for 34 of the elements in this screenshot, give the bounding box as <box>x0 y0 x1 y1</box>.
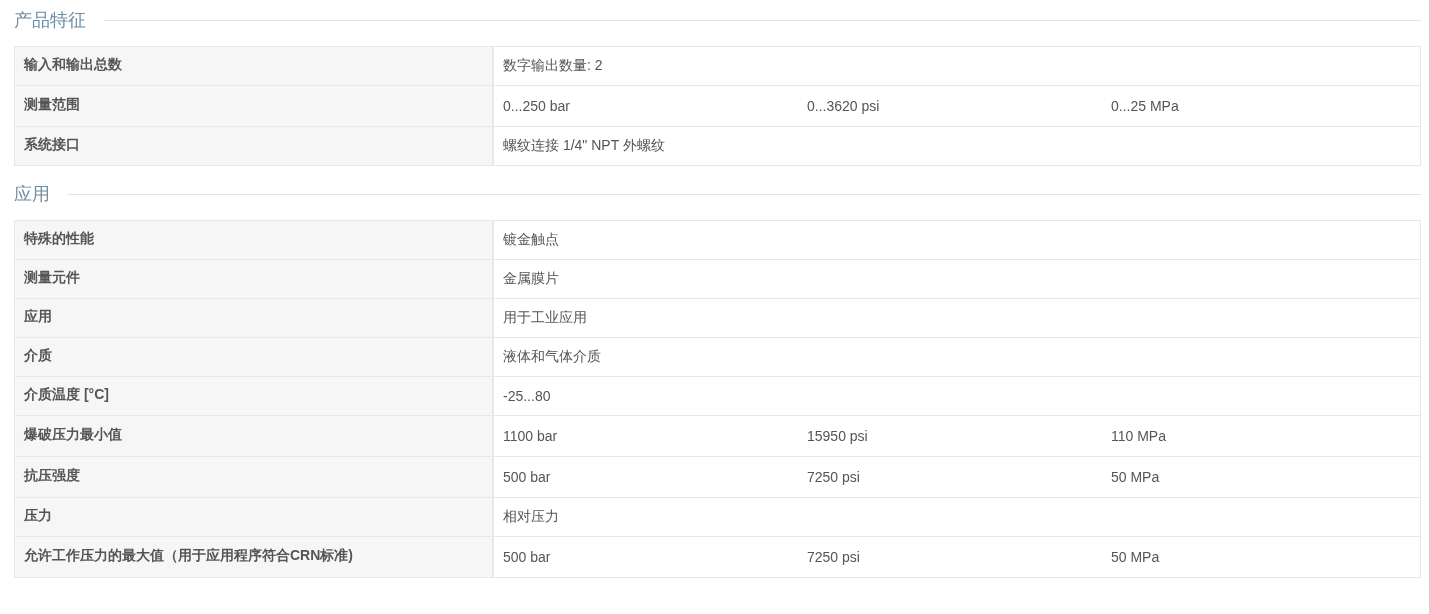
spec-value: 7250 psi <box>807 549 861 565</box>
spec-value: 液体和气体介质 <box>503 348 602 366</box>
spec-value: 用于工业应用 <box>503 309 588 327</box>
spec-label: 爆破压力最小值 <box>15 416 494 456</box>
spec-value: 金属膜片 <box>503 270 560 288</box>
spec-label: 特殊的性能 <box>15 221 494 259</box>
spec-value: 1100 bar <box>503 428 559 444</box>
spec-value: 数字输出数量: 2 <box>503 57 604 75</box>
spec-label: 介质温度 [°C] <box>15 377 494 415</box>
spec-value: 500 bar <box>503 469 552 485</box>
spec-value: 0...250 bar <box>503 98 571 114</box>
spec-value: -25...80 <box>503 388 552 404</box>
spec-value: 螺纹连接 1/4" NPT 外螺纹 <box>503 137 666 155</box>
spec-label: 系统接口 <box>15 127 494 165</box>
spec-label: 测量元件 <box>15 260 494 298</box>
spec-value: 110 MPa <box>1111 428 1167 444</box>
spec-label: 介质 <box>15 338 494 376</box>
spec-value: 0...25 MPa <box>1111 98 1180 114</box>
section-title: 产品特征 <box>14 9 86 32</box>
spec-label: 允许工作压力的最大值（用于应用程序符合CRN标准) <box>15 537 494 577</box>
spec-value: 15950 psi <box>807 428 869 444</box>
spec-value: 50 MPa <box>1111 469 1161 485</box>
spec-label: 输入和输出总数 <box>15 47 494 85</box>
spec-label: 应用 <box>15 299 494 337</box>
spec-value: 50 MPa <box>1111 549 1161 565</box>
spec-label: 测量范围 <box>15 86 494 126</box>
spec-value: 相对压力 <box>503 508 560 526</box>
spec-label: 抗压强度 <box>15 457 494 497</box>
spec-value: 镀金触点 <box>503 231 560 249</box>
spec-value: 500 bar <box>503 549 552 565</box>
spec-label: 压力 <box>15 498 494 536</box>
section-title: 应用 <box>14 183 50 206</box>
spec-value: 0...3620 psi <box>807 98 881 114</box>
spec-value: 7250 psi <box>807 469 861 485</box>
